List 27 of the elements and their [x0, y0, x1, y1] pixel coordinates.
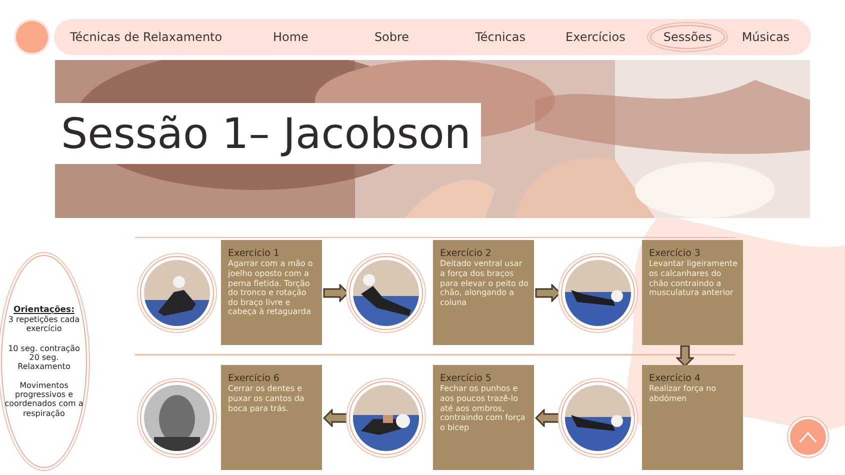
- nav-link[interactable]: Exercícios: [552, 25, 638, 49]
- guidelines-heading: Orientações:: [13, 305, 75, 316]
- exercise-title: Exercício 2: [440, 249, 492, 260]
- exercise-text: Fechar os punhos e aos poucos trazê-lo até aos ombros, contraindo com força o bicep: [440, 384, 526, 432]
- chevron-up-icon: [799, 431, 817, 443]
- page-title: Sessão 1– Jacobson: [55, 103, 481, 164]
- exercise-title: Exercício 5: [440, 374, 492, 384]
- nav-link[interactable]: Sobre: [361, 25, 422, 49]
- nav-link[interactable]: Músicas: [728, 25, 803, 49]
- exercise-title: Exercício 3: [649, 249, 702, 260]
- nav-link[interactable]: Home: [260, 25, 322, 49]
- site-title: Técnicas de Relaxamento: [70, 30, 224, 44]
- exercise-title: Exercício 4: [649, 374, 702, 384]
- exercise-text: Agarrar com a mão o joelho oposto com a perna fletida. Torção do tronco e rotação do braço livre e cabeça à retaguarda: [228, 259, 314, 317]
- exercise-title: Exercicio 1: [228, 249, 280, 260]
- logo-circle: [16, 21, 48, 53]
- guidelines-text: 10 seg. contração 20 seg. Relaxamento: [7, 344, 81, 372]
- exercise-text: Realizar força no abdómen: [649, 384, 718, 404]
- exercise-text: Levantar ligeiramente os calcanhares do chão contraindo a musculatura anterior: [649, 259, 738, 298]
- guidelines-text: Movimentos progressivos e coordenados com a respiração: [4, 381, 84, 418]
- guidelines-text: 3 repetições cada exercício: [7, 315, 81, 334]
- exercise-text: Deitado ventral usar a força dos braços para elevar o peito do chão, alongando a coluna: [440, 259, 529, 308]
- exercise-title: Exercício 6: [228, 374, 280, 384]
- nav-link[interactable]: Sessões: [650, 25, 725, 49]
- exercise-text: Cerrar os dentes e puxar os cantos da boca para trás.: [228, 384, 306, 414]
- nav-link[interactable]: Técnicas: [462, 25, 538, 49]
- scroll-top-button[interactable]: [790, 419, 826, 455]
